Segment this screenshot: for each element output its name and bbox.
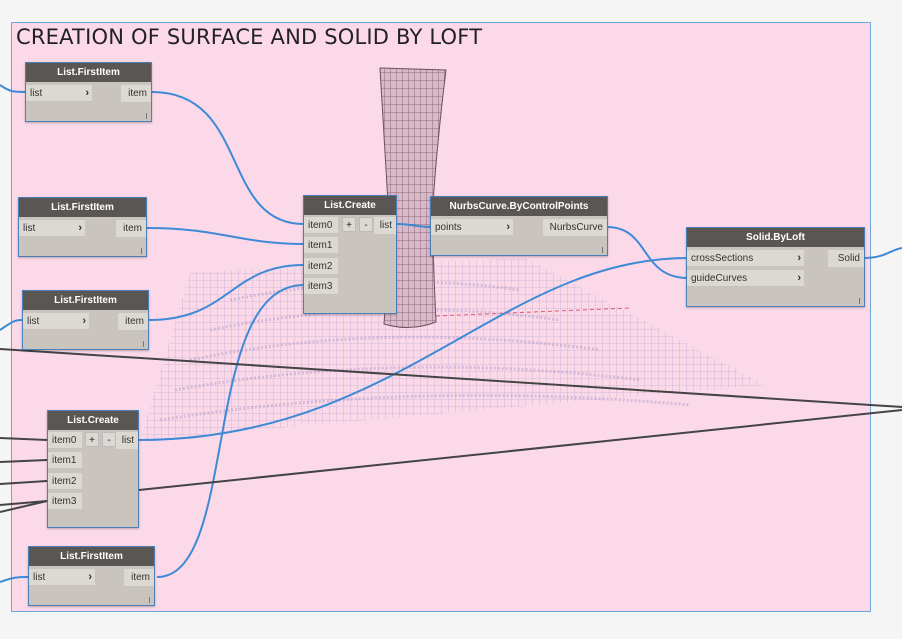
node-title: NurbsCurve.ByControlPoints bbox=[431, 197, 607, 216]
port-label: crossSections bbox=[691, 253, 754, 264]
remove-input-button[interactable]: - bbox=[359, 217, 373, 232]
input-port-list[interactable]: list › bbox=[26, 85, 92, 102]
wire bbox=[151, 91, 305, 225]
output-port-nurbscurve[interactable]: NurbsCurve bbox=[543, 219, 607, 236]
node-indicator bbox=[859, 298, 860, 304]
add-input-button[interactable]: + bbox=[342, 217, 356, 232]
chevron-right-icon: › bbox=[506, 221, 510, 233]
remove-input-button[interactable]: - bbox=[102, 432, 116, 447]
chevron-right-icon: › bbox=[82, 315, 86, 327]
input-port-list[interactable]: list › bbox=[23, 313, 89, 330]
list-first-item-node[interactable]: List.FirstItem list › item bbox=[22, 290, 149, 350]
wire bbox=[138, 409, 902, 491]
wire bbox=[146, 227, 305, 245]
port-label: list bbox=[33, 572, 46, 583]
port-label: guideCurves bbox=[691, 273, 748, 284]
input-port-item3[interactable]: item3 bbox=[48, 493, 82, 510]
node-title: List.FirstItem bbox=[26, 63, 151, 82]
list-first-item-node[interactable]: List.FirstItem list › item bbox=[18, 197, 147, 257]
output-port-item[interactable]: item bbox=[121, 85, 151, 102]
wire bbox=[0, 480, 48, 485]
wire bbox=[148, 264, 305, 321]
input-port-item2[interactable]: item2 bbox=[304, 258, 338, 275]
node-title: List.FirstItem bbox=[29, 547, 154, 566]
port-label: list bbox=[30, 88, 43, 99]
input-port-item3[interactable]: item3 bbox=[304, 278, 338, 295]
wire bbox=[396, 223, 433, 228]
add-input-button[interactable]: + bbox=[85, 432, 99, 447]
wire bbox=[0, 459, 48, 463]
output-port-item[interactable]: item bbox=[116, 220, 146, 237]
output-port-solid[interactable]: Solid bbox=[828, 250, 864, 267]
output-port-item[interactable]: item bbox=[118, 313, 148, 330]
solid-by-loft-node[interactable]: Solid.ByLoft crossSections › guideCurves ›… bbox=[686, 227, 865, 307]
node-indicator bbox=[149, 597, 150, 603]
chevron-right-icon: › bbox=[797, 272, 801, 284]
input-port-crosssections[interactable]: crossSections › bbox=[687, 250, 804, 267]
wire bbox=[0, 576, 29, 583]
output-port-list[interactable]: list bbox=[116, 432, 138, 449]
wire bbox=[0, 319, 23, 331]
node-indicator bbox=[146, 113, 147, 119]
wire bbox=[606, 226, 689, 279]
wire bbox=[863, 247, 902, 259]
node-indicator bbox=[602, 247, 603, 253]
input-port-item0[interactable]: item0 bbox=[304, 217, 338, 234]
node-title: List.FirstItem bbox=[23, 291, 148, 310]
dynamo-canvas[interactable]: CREATION OF SURFACE AND SOLID BY LOFT Li… bbox=[0, 0, 902, 639]
list-first-item-node[interactable]: List.FirstItem list › item bbox=[25, 62, 152, 122]
input-port-list[interactable]: list › bbox=[29, 569, 95, 586]
node-title: List.FirstItem bbox=[19, 198, 146, 217]
wire bbox=[0, 348, 902, 408]
node-indicator bbox=[141, 248, 142, 254]
input-port-item2[interactable]: item2 bbox=[48, 473, 82, 490]
chevron-right-icon: › bbox=[88, 571, 92, 583]
nurbs-curve-node[interactable]: NurbsCurve.ByControlPoints points › Nurbs… bbox=[430, 196, 608, 256]
node-title: List.Create bbox=[304, 196, 396, 215]
node-indicator bbox=[143, 341, 144, 347]
input-port-points[interactable]: points › bbox=[431, 219, 513, 236]
list-first-item-node[interactable]: List.FirstItem list › item bbox=[28, 546, 155, 606]
wire bbox=[138, 257, 689, 441]
port-label: list bbox=[23, 223, 36, 234]
input-port-guidecurves[interactable]: guideCurves › bbox=[687, 270, 804, 287]
chevron-right-icon: › bbox=[78, 222, 82, 234]
list-create-node[interactable]: List.Create item0 item1 item2 item3 + - … bbox=[47, 410, 139, 528]
chevron-right-icon: › bbox=[797, 252, 801, 264]
node-title: List.Create bbox=[48, 411, 138, 430]
list-create-node[interactable]: List.Create item0 item1 item2 item3 + - … bbox=[303, 195, 397, 314]
output-port-list[interactable]: list bbox=[374, 217, 396, 234]
input-port-item0[interactable]: item0 bbox=[48, 432, 82, 449]
port-label: list bbox=[27, 316, 40, 327]
wire bbox=[0, 84, 27, 93]
chevron-right-icon: › bbox=[85, 87, 89, 99]
port-label: points bbox=[435, 222, 462, 233]
wire bbox=[0, 437, 48, 441]
input-port-item1[interactable]: item1 bbox=[304, 237, 338, 254]
input-port-list[interactable]: list › bbox=[19, 220, 85, 237]
input-port-item1[interactable]: item1 bbox=[48, 452, 82, 469]
output-port-item[interactable]: item bbox=[124, 569, 154, 586]
node-title: Solid.ByLoft bbox=[687, 228, 864, 247]
